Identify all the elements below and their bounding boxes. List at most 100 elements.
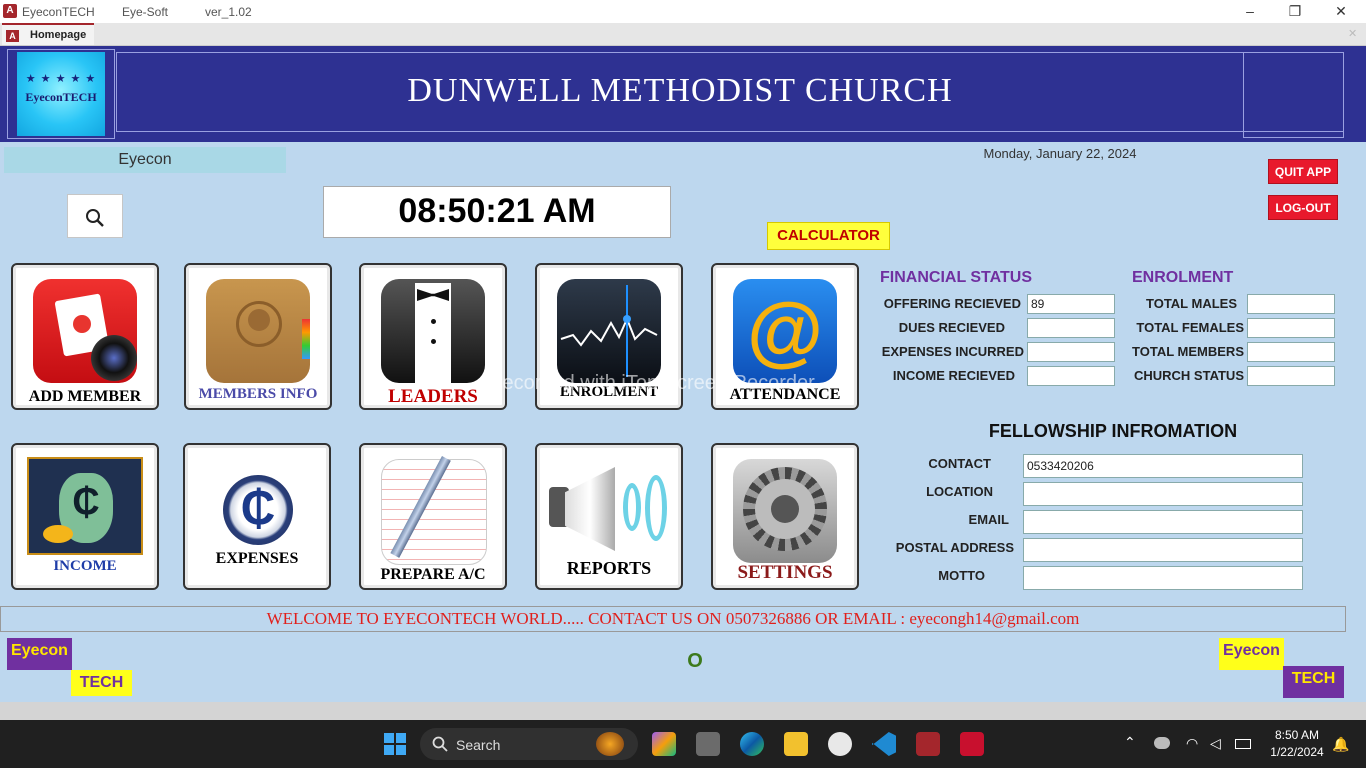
company-name: Eye-Soft bbox=[122, 5, 169, 19]
taskbar-search[interactable]: Search bbox=[420, 728, 638, 760]
tech-badge-left: TECH bbox=[71, 670, 132, 696]
location-label: LOCATION bbox=[926, 484, 993, 499]
eyecontech-logo: ★ ★ ★ ★ ★ EyeconTECH bbox=[17, 52, 105, 136]
total-members-field[interactable] bbox=[1247, 342, 1335, 362]
income-tile[interactable]: ₵ INCOME bbox=[11, 443, 159, 590]
total-females-label: TOTAL FEMALES bbox=[1136, 320, 1244, 335]
battery-icon[interactable] bbox=[1235, 739, 1251, 749]
form-icon: A bbox=[6, 30, 19, 42]
status-bar bbox=[0, 702, 1366, 720]
members-info-tile[interactable]: MEMBERS INFO bbox=[184, 263, 332, 410]
tech-badge-right: TECH bbox=[1283, 666, 1344, 698]
document-tab-bar: A Homepage ✕ bbox=[0, 23, 1366, 46]
church-status-field[interactable] bbox=[1247, 366, 1335, 386]
eyecon-badge-left: Eyecon bbox=[7, 638, 72, 670]
add-member-tile[interactable]: ADD MEMBER bbox=[11, 263, 159, 410]
access-app-icon: A bbox=[3, 4, 17, 18]
motto-field[interactable] bbox=[1023, 566, 1303, 590]
cedi-coin-icon: ₵ bbox=[223, 475, 293, 545]
tile-label: ADD MEMBER bbox=[28, 388, 142, 405]
search-icon bbox=[86, 209, 104, 227]
expenses-field[interactable] bbox=[1027, 342, 1115, 362]
income-label: INCOME RECIEVED bbox=[892, 368, 1015, 383]
header-banner: ★ ★ ★ ★ ★ EyeconTECH DUNWELL METHODIST C… bbox=[0, 46, 1366, 142]
tab-homepage[interactable]: A Homepage bbox=[2, 23, 94, 45]
onedrive-icon[interactable] bbox=[1154, 737, 1170, 749]
maximize-button[interactable]: ❐ bbox=[1280, 2, 1310, 20]
contact-label: CONTACT bbox=[928, 456, 991, 471]
logo-stars: ★ ★ ★ ★ ★ bbox=[25, 73, 97, 85]
taskbar-date[interactable]: 1/22/2024 bbox=[1262, 745, 1332, 759]
eyecon-badge-right: Eyecon bbox=[1219, 638, 1284, 670]
access-app-icon[interactable] bbox=[916, 732, 940, 756]
postal-address-field[interactable] bbox=[1023, 538, 1303, 562]
search-label: Search bbox=[456, 737, 501, 753]
tab-label: Homepage bbox=[30, 29, 87, 41]
task-view-icon[interactable] bbox=[696, 732, 720, 756]
file-explorer-icon[interactable] bbox=[784, 732, 808, 756]
expenses-tile[interactable]: ₵ EXPENSES bbox=[183, 443, 331, 590]
contacts-book-icon bbox=[206, 279, 310, 383]
leaders-tile[interactable]: LEADERS bbox=[359, 263, 507, 410]
taskbar-time[interactable]: 8:50 AM bbox=[1262, 728, 1332, 742]
total-males-label: TOTAL MALES bbox=[1146, 296, 1237, 311]
quit-app-button[interactable]: QUIT APP bbox=[1268, 159, 1338, 184]
motto-label: MOTTO bbox=[938, 568, 985, 583]
search-highlight-icon bbox=[596, 732, 624, 756]
logout-button[interactable]: LOG-OUT bbox=[1268, 195, 1338, 220]
wifi-icon[interactable]: ◠ bbox=[1186, 735, 1198, 752]
clock-display: 08:50:21 AM bbox=[323, 186, 671, 238]
church-status-label: CHURCH STATUS bbox=[1133, 368, 1244, 383]
contact-field[interactable]: 0533420206 bbox=[1023, 454, 1303, 478]
settings-tile[interactable]: SETTINGS bbox=[711, 443, 859, 590]
minimize-button[interactable]: – bbox=[1235, 2, 1265, 20]
status-indicator: O bbox=[687, 650, 703, 672]
banner-right-frame bbox=[1243, 52, 1344, 138]
volume-icon[interactable]: ◁ bbox=[1210, 735, 1221, 752]
tile-label: EXPENSES bbox=[215, 550, 299, 567]
stock-chart-icon bbox=[557, 279, 661, 383]
dues-label: DUES RECIEVED bbox=[898, 320, 1005, 335]
total-members-label: TOTAL MEMBERS bbox=[1132, 344, 1244, 359]
church-title: DUNWELL METHODIST CHURCH bbox=[407, 72, 953, 109]
close-window-button[interactable]: ✕ bbox=[1326, 2, 1356, 20]
prepare-ac-tile[interactable]: PREPARE A/C bbox=[359, 443, 507, 590]
current-date: Monday, January 22, 2024 bbox=[983, 146, 1137, 161]
total-males-field[interactable] bbox=[1247, 294, 1335, 314]
total-females-field[interactable] bbox=[1247, 318, 1335, 338]
chatgpt-icon[interactable] bbox=[828, 732, 852, 756]
screen-recorder-icon[interactable] bbox=[960, 732, 984, 756]
windows-taskbar: Search ⌃ ◠ ◁ 8:50 AM 1/22/2024 🔔 bbox=[0, 720, 1366, 768]
email-field[interactable] bbox=[1023, 510, 1303, 534]
windows-start-icon[interactable] bbox=[384, 733, 406, 755]
gear-icon bbox=[733, 459, 837, 563]
copilot-icon[interactable] bbox=[652, 732, 676, 756]
vscode-icon[interactable] bbox=[872, 732, 896, 756]
close-tab-button[interactable]: ✕ bbox=[1348, 27, 1357, 40]
search-button[interactable] bbox=[67, 194, 123, 238]
tile-label: SETTINGS bbox=[737, 562, 833, 583]
tile-label: LEADERS bbox=[388, 386, 478, 407]
calculator-button[interactable]: CALCULATOR bbox=[767, 222, 890, 250]
edge-browser-icon[interactable] bbox=[740, 732, 764, 756]
fellowship-title: FELLOWSHIP INFROMATION bbox=[988, 421, 1238, 441]
offering-field[interactable]: 89 bbox=[1027, 294, 1115, 314]
postal-address-label: POSTAL ADDRESS bbox=[895, 540, 1014, 555]
tile-label: PREPARE A/C bbox=[380, 566, 486, 583]
app-name: EyeconTECH bbox=[22, 5, 95, 19]
tuxedo-icon bbox=[381, 279, 485, 383]
speaker-icon bbox=[549, 467, 671, 551]
enrolment-title: ENROLMENT bbox=[1132, 269, 1234, 286]
chevron-up-icon[interactable]: ⌃ bbox=[1124, 734, 1136, 751]
reports-tile[interactable]: REPORTS bbox=[535, 443, 683, 590]
notification-bell-icon[interactable]: 🔔 bbox=[1332, 736, 1349, 753]
welcome-marquee: WELCOME TO EYECONTECH WORLD..... CONTACT… bbox=[0, 606, 1346, 632]
dues-field[interactable] bbox=[1027, 318, 1115, 338]
email-label: EMAIL bbox=[968, 512, 1009, 527]
location-field[interactable] bbox=[1023, 482, 1303, 506]
tile-label: INCOME bbox=[53, 558, 117, 574]
logo-text: EyeconTECH bbox=[25, 90, 97, 104]
income-field[interactable] bbox=[1027, 366, 1115, 386]
current-user: Eyecon bbox=[4, 147, 286, 173]
search-icon bbox=[432, 736, 448, 752]
